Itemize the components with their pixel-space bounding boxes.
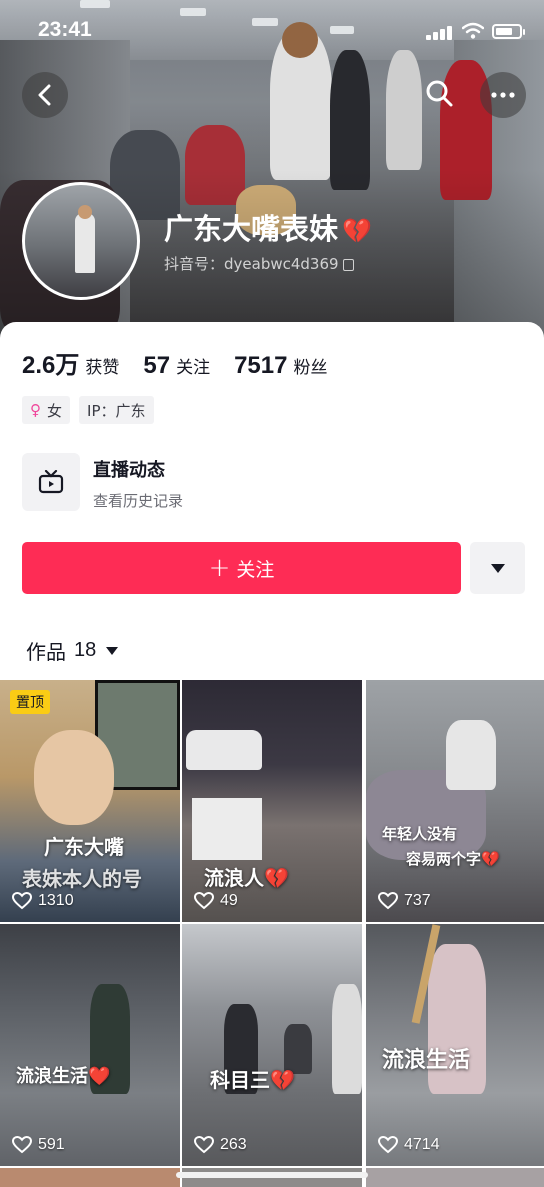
video-likes: 1310 (12, 892, 74, 910)
video-tile[interactable] (366, 1168, 544, 1187)
video-likes: 4714 (378, 1136, 440, 1154)
video-caption-line2: 表妹本人的号 (22, 867, 142, 891)
stat-following-value[interactable]: 57 (143, 352, 170, 380)
cellular-signal-icon (426, 24, 456, 40)
heart-outline-icon (378, 892, 398, 910)
more-dots-icon (491, 92, 515, 98)
heart-outline-icon (194, 892, 214, 910)
stat-likes-label: 获赞 (85, 358, 120, 378)
video-caption: 流浪生活❤️ (16, 1066, 111, 1087)
video-likes-count: 591 (38, 1136, 65, 1153)
follow-label: 关注 (236, 558, 275, 581)
video-tile[interactable]: 年轻人没有 容易两个字💔 737 (366, 680, 544, 922)
profile-name: 广东大嘴表妹 💔 (164, 206, 372, 248)
video-tile[interactable]: 置顶 广东大嘴 表妹本人的号 1310 (0, 680, 180, 922)
search-icon[interactable] (424, 78, 454, 108)
back-button[interactable] (22, 72, 68, 118)
heart-outline-icon (12, 892, 32, 910)
video-caption: 流浪人💔 (204, 866, 289, 890)
video-likes: 591 (12, 1136, 65, 1154)
status-time: 23:41 (38, 18, 92, 41)
stat-followers-label[interactable]: 粉丝 (293, 353, 327, 378)
status-bar: 23:41 (0, 0, 544, 60)
more-button[interactable] (480, 72, 526, 118)
chevron-left-icon (38, 84, 51, 106)
battery-icon (492, 24, 525, 39)
live-history-button[interactable] (22, 453, 80, 511)
home-indicator[interactable] (176, 1172, 368, 1178)
video-person (446, 720, 496, 790)
tab-works[interactable]: 作品 18 (26, 636, 119, 665)
broken-heart-icon: 💔 (342, 217, 372, 245)
stat-followers-value[interactable]: 7517 (234, 352, 287, 380)
live-title[interactable]: 直播动态 (93, 456, 165, 482)
female-icon: ♀ (30, 401, 41, 419)
wifi-icon (462, 22, 484, 39)
video-likes-count: 4714 (404, 1136, 440, 1153)
video-tile[interactable] (0, 1168, 180, 1187)
heart-outline-icon (194, 1136, 214, 1154)
profile-handle-text: 抖音号：dyeabwc4d369 (164, 255, 339, 273)
more-options-dropdown-button[interactable] (470, 542, 525, 594)
plus-icon: + (208, 553, 231, 583)
video-caption: 科目三💔 (210, 1068, 295, 1092)
video-likes: 737 (378, 892, 431, 910)
heart-outline-icon (12, 1136, 32, 1154)
video-tile[interactable]: 流浪生活❤️ 591 (0, 924, 180, 1166)
caret-down-icon (490, 563, 505, 573)
profile-handle[interactable]: 抖音号：dyeabwc4d369 (164, 253, 354, 274)
video-tile[interactable]: 流浪人💔 49 (182, 680, 362, 922)
video-face (34, 730, 114, 825)
tv-icon (38, 470, 64, 494)
video-caption: 广东大嘴 (44, 835, 124, 859)
gender-tag: ♀ 女 (22, 396, 71, 424)
works-count: 18 (74, 639, 97, 661)
follow-button[interactable]: + 关注 (22, 542, 461, 594)
video-likes: 49 (194, 892, 238, 910)
video-likes: 263 (194, 1136, 247, 1154)
video-shirt (192, 798, 262, 860)
video-likes-count: 49 (220, 892, 238, 909)
video-likes-count: 1310 (38, 892, 74, 909)
gender-text: 女 (47, 401, 63, 420)
video-car (186, 730, 262, 770)
video-tile[interactable]: 科目三💔 263 (182, 924, 362, 1166)
avatar[interactable] (22, 182, 140, 300)
video-likes-count: 263 (220, 1136, 247, 1153)
pinned-badge: 置顶 (10, 690, 50, 714)
copy-icon[interactable] (342, 258, 354, 271)
ip-tag: IP：广东 (79, 396, 154, 424)
video-tile[interactable]: 流浪生活 4714 (366, 924, 544, 1166)
profile-name-text: 广东大嘴表妹 (164, 212, 339, 246)
works-label: 作品 (26, 640, 66, 664)
video-person (332, 984, 362, 1094)
stat-following-label[interactable]: 关注 (176, 353, 210, 378)
caret-down-icon (106, 646, 119, 655)
stat-likes-value: 2.6万 (22, 352, 80, 379)
profile-stats: 2.6万 获赞 57 关注 7517 粉丝 (22, 345, 351, 380)
heart-outline-icon (378, 1136, 398, 1154)
profile-tags: ♀ 女 IP：广东 (22, 396, 154, 424)
video-caption-line2: 容易两个字💔 (406, 850, 500, 868)
video-caption: 年轻人没有 (382, 825, 458, 843)
ip-text: IP：广东 (87, 401, 146, 420)
video-caption: 流浪生活 (382, 1048, 471, 1073)
live-subtitle[interactable]: 查看历史记录 (93, 490, 183, 511)
video-likes-count: 737 (404, 892, 431, 909)
